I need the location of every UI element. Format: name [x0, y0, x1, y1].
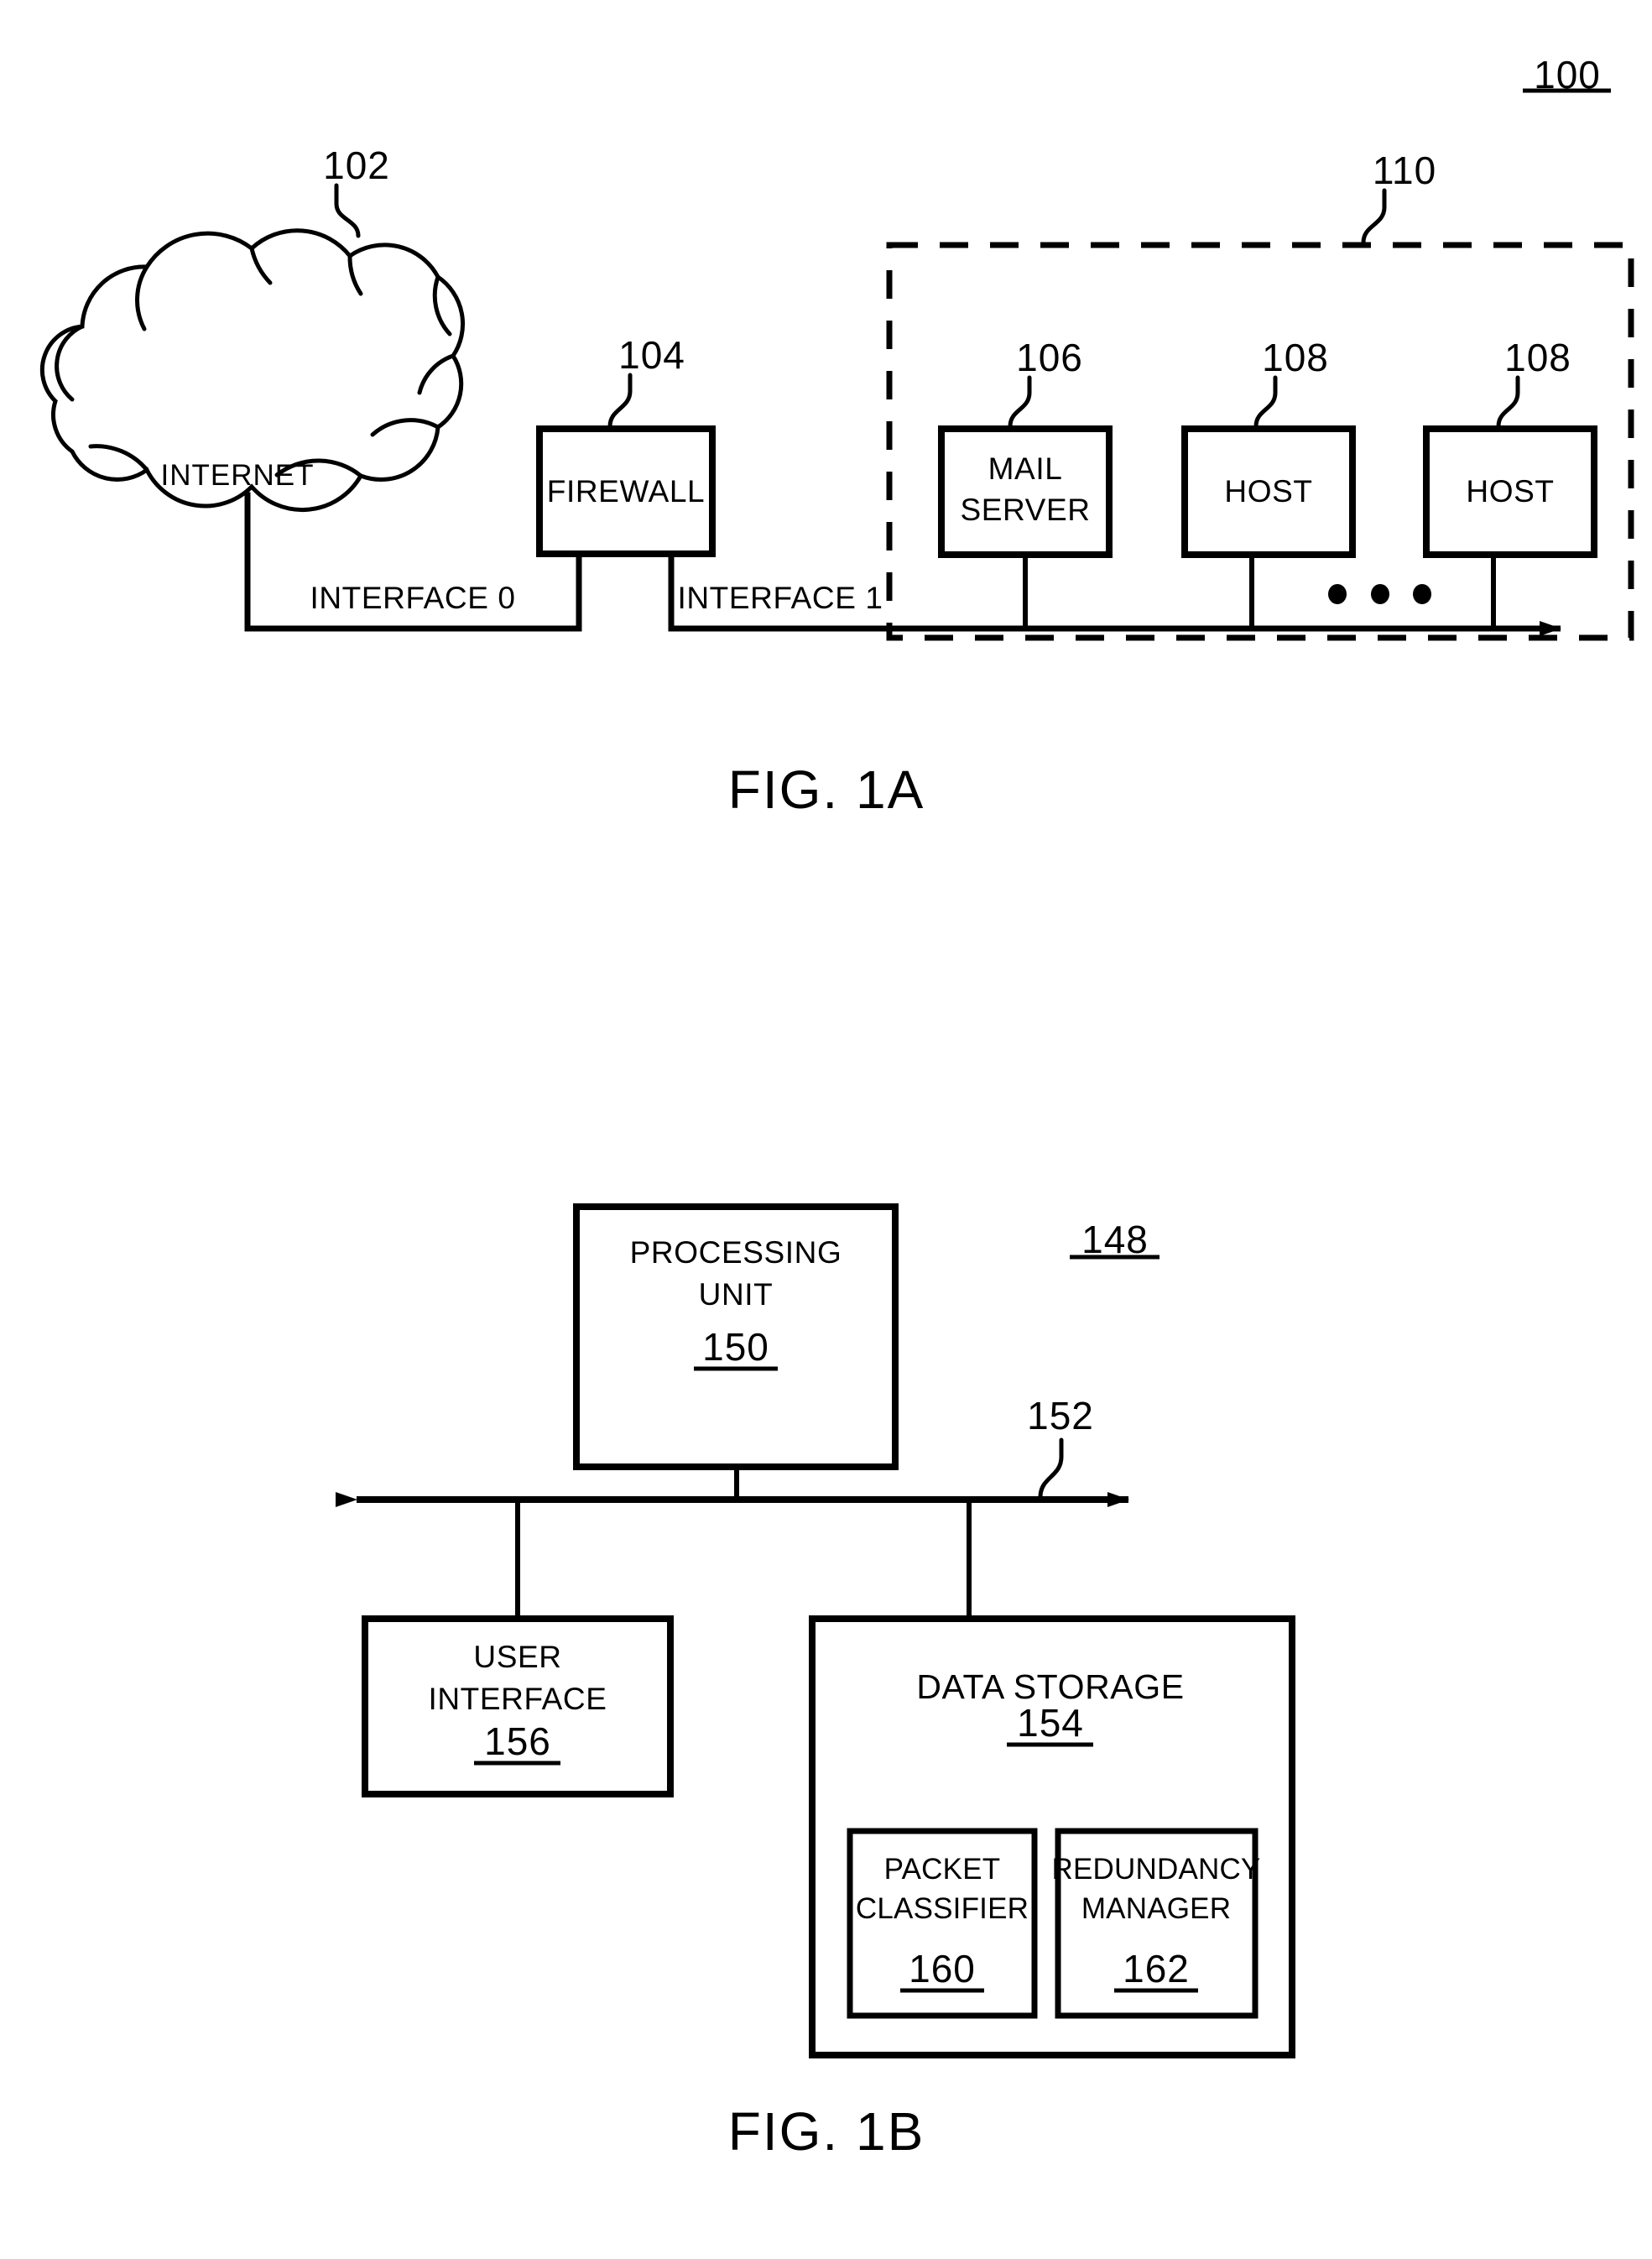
- host-2-label: HOST: [1466, 474, 1555, 509]
- leader-108-b: [1496, 375, 1520, 429]
- host-1-label: HOST: [1224, 474, 1313, 509]
- figure-vector-layer: [39, 88, 1634, 2058]
- ref-150: 150: [702, 1325, 769, 1369]
- ref-160: 160: [909, 1947, 976, 1990]
- ref-104: 104: [618, 333, 685, 377]
- protected-network-dashed-box: [886, 242, 1634, 641]
- user-interface-label-line2: INTERFACE: [428, 1682, 607, 1716]
- ref-156: 156: [484, 1719, 551, 1763]
- leader-102: [334, 183, 361, 238]
- ref-108-host-2: 108: [1504, 336, 1571, 379]
- leader-108-a: [1253, 375, 1278, 429]
- figure-1b-caption: FIG. 1B: [727, 2101, 925, 2162]
- interface-0-label: INTERFACE 0: [310, 581, 516, 615]
- processing-unit-label-line2: UNIT: [698, 1277, 774, 1312]
- ref-108-host-1: 108: [1262, 336, 1329, 379]
- patent-figure-sheet: 100 102 104 106 108 108 110 INTERNET FIR…: [0, 0, 1652, 2259]
- packet-classifier-label-line2: CLASSIFIER: [855, 1892, 1029, 1925]
- processing-unit-label-line1: PROCESSING: [629, 1235, 842, 1270]
- leader-106: [1008, 375, 1032, 429]
- ref-110: 110: [1372, 149, 1437, 192]
- figure-1a-caption: FIG. 1A: [727, 759, 925, 820]
- firewall-label: FIREWALL: [546, 474, 706, 509]
- ref-148: 148: [1081, 1218, 1149, 1261]
- redundancy-manager-label-line1: REDUNDANCY: [1051, 1853, 1261, 1886]
- leader-152: [1038, 1437, 1064, 1500]
- ref-162: 162: [1123, 1947, 1190, 1990]
- ref-154: 154: [1017, 1701, 1084, 1745]
- leader-110: [1361, 188, 1387, 245]
- ref-106: 106: [1016, 336, 1083, 379]
- ref-100: 100: [1534, 53, 1601, 97]
- ref-102: 102: [323, 143, 390, 187]
- mail-server-label-line1: MAIL: [988, 451, 1063, 486]
- packet-classifier-label-line1: PACKET: [883, 1853, 1001, 1886]
- host-ellipsis-dots: [1328, 584, 1431, 604]
- ref-152-bus: 152: [1027, 1394, 1094, 1437]
- interface-1-label: INTERFACE 1: [677, 581, 883, 615]
- leader-104: [607, 373, 633, 429]
- internet-cloud-label: INTERNET: [160, 459, 315, 492]
- user-interface-label-line1: USER: [473, 1640, 562, 1674]
- redundancy-manager-label-line2: MANAGER: [1081, 1892, 1232, 1925]
- mail-server-label-line2: SERVER: [960, 493, 1091, 527]
